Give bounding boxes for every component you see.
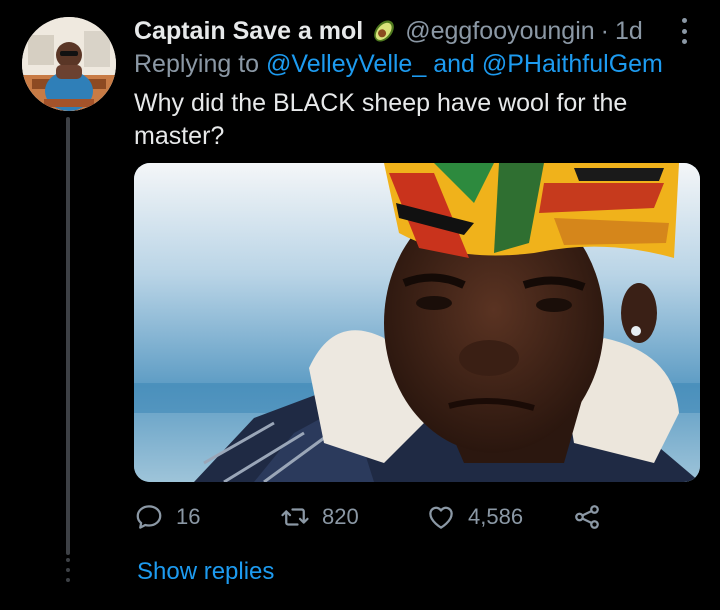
separator: ·	[600, 16, 609, 45]
show-replies-link[interactable]: Show replies	[137, 558, 274, 586]
media-photo	[134, 163, 700, 482]
mention-and[interactable]: and	[433, 50, 475, 78]
tweet-actions: 16 820 4,586	[134, 500, 614, 534]
reply-button[interactable]: 16	[134, 500, 200, 534]
mention-link-1[interactable]: @VelleyVelle_	[266, 50, 426, 78]
mention-link-2[interactable]: @PHaithfulGem	[482, 50, 663, 78]
avatar-photo	[22, 17, 116, 111]
thread-line	[66, 117, 70, 555]
tweet-header: Captain Save a mol @eggfooyoungin · 1d	[134, 14, 643, 48]
like-button[interactable]: 4,586	[426, 500, 523, 534]
reply-icon	[134, 502, 164, 532]
tweet-media-image[interactable]	[134, 163, 700, 482]
timestamp[interactable]: 1d	[615, 17, 643, 46]
replying-prefix: Replying to	[134, 50, 260, 78]
user-handle[interactable]: @eggfooyoungin	[405, 17, 594, 46]
share-button[interactable]	[572, 500, 602, 534]
replying-to-line: Replying to @VelleyVelle_ and @PHaithful…	[134, 50, 663, 79]
more-vertical-icon[interactable]	[674, 18, 694, 44]
avocado-icon	[371, 18, 397, 44]
display-name[interactable]: Captain Save a mol	[134, 17, 363, 46]
heart-icon	[426, 502, 456, 532]
tweet-text: Why did the BLACK sheep have wool for th…	[134, 89, 628, 150]
retweet-icon	[280, 502, 310, 532]
thread-continuation-dots	[64, 558, 72, 582]
share-icon	[572, 502, 602, 532]
reply-count: 16	[176, 504, 201, 529]
retweet-button[interactable]: 820	[280, 500, 359, 534]
retweet-count: 820	[322, 504, 359, 529]
like-count: 4,586	[468, 504, 524, 529]
avatar[interactable]	[22, 17, 116, 111]
